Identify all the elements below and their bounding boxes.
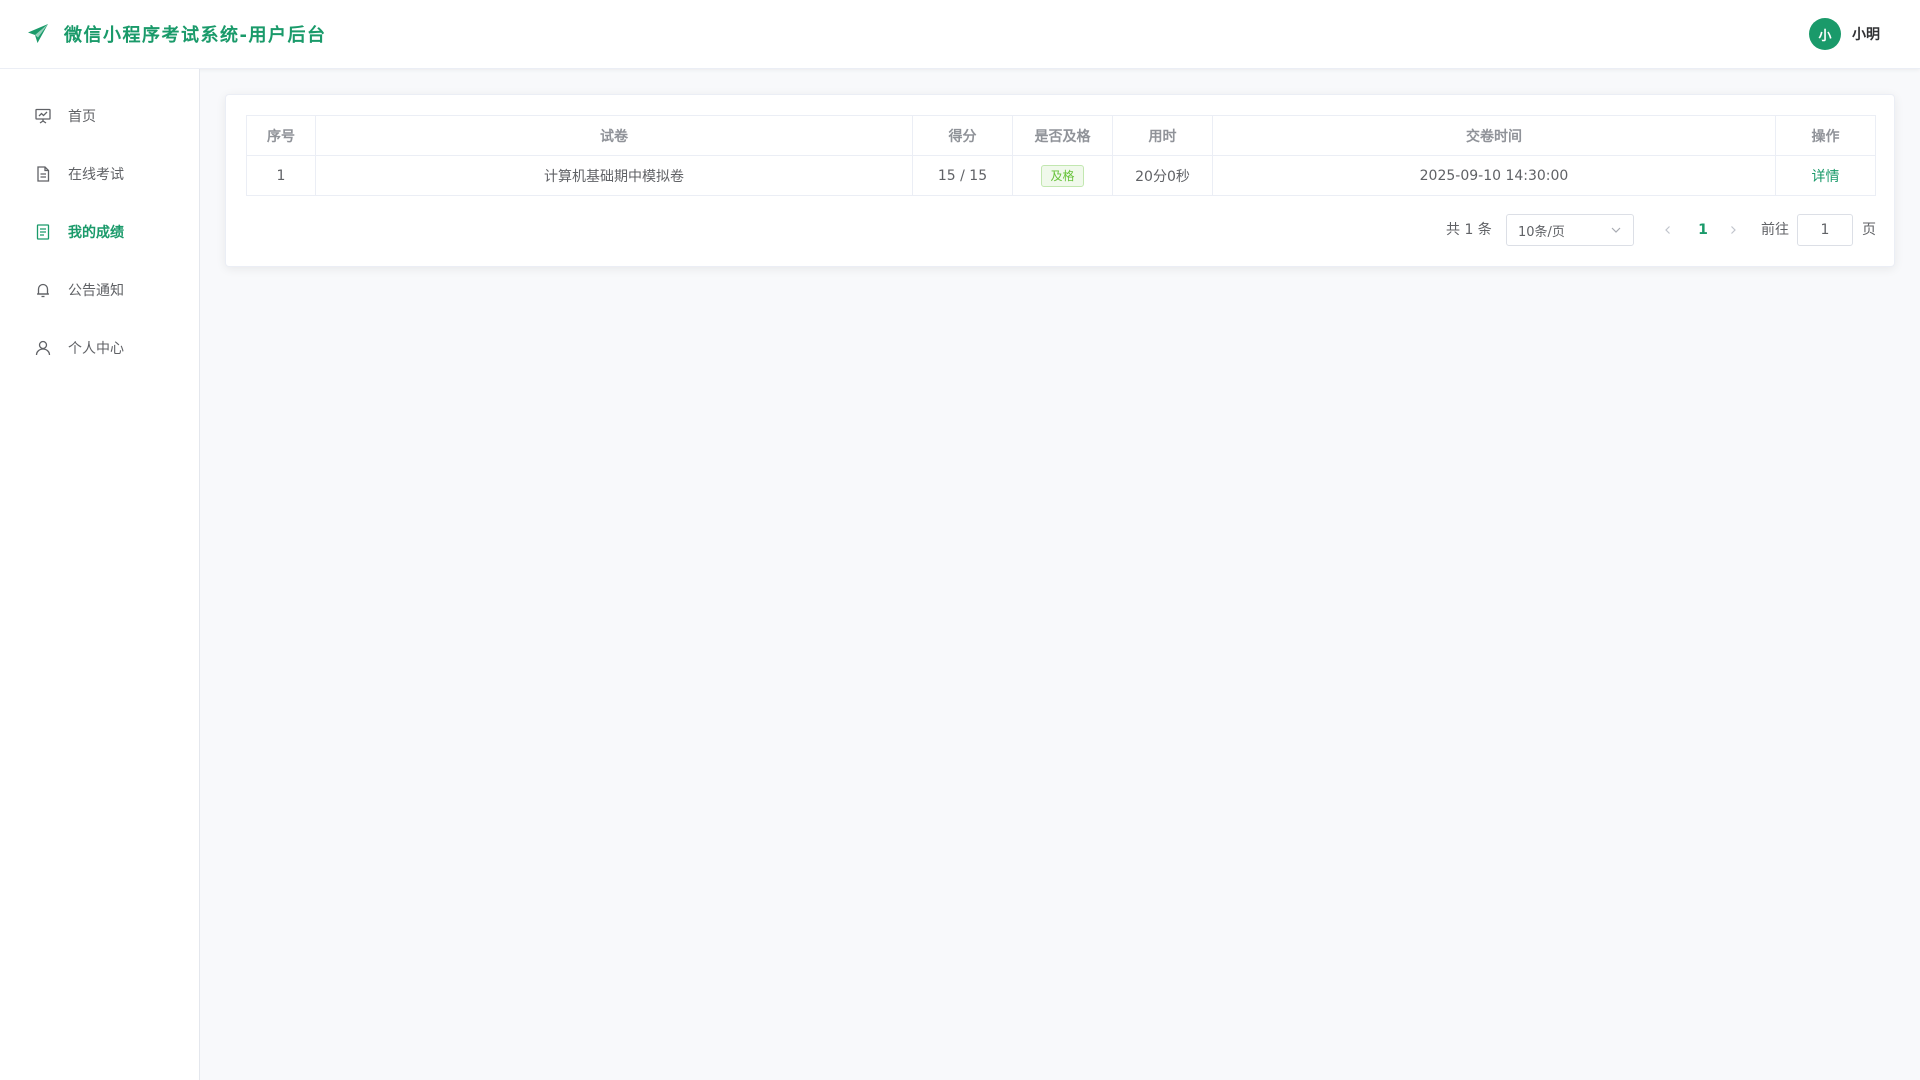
top-header: 微信小程序考试系统-用户后台 小 小明 — [0, 0, 1920, 69]
sidebar-item-label: 在线考试 — [68, 167, 124, 183]
sidebar-item-notices[interactable]: 公告通知 — [0, 261, 199, 319]
brand: 微信小程序考试系统-用户后台 — [26, 21, 326, 47]
bell-icon — [34, 281, 52, 299]
chevron-right-icon — [1731, 226, 1736, 234]
page-size-value: 10条/页 — [1518, 224, 1565, 240]
report-icon — [34, 223, 52, 241]
chevron-down-icon — [1609, 223, 1623, 237]
sidebar-item-home[interactable]: 首页 — [0, 87, 199, 145]
table-header-row: 序号 试卷 得分 是否及格 用时 交卷时间 操作 — [246, 115, 1876, 156]
results-card: 序号 试卷 得分 是否及格 用时 交卷时间 操作 1 计算机基础期中模拟卷 15… — [225, 94, 1895, 267]
presentation-icon — [34, 107, 52, 125]
page-size-select[interactable]: 10条/页 — [1506, 214, 1634, 246]
sidebar-item-label: 首页 — [68, 109, 96, 125]
pagination-total: 共 1 条 — [1446, 222, 1492, 238]
results-table: 序号 试卷 得分 是否及格 用时 交卷时间 操作 1 计算机基础期中模拟卷 15… — [246, 115, 1876, 196]
column-header[interactable]: 交卷时间 — [1212, 115, 1776, 156]
table-row[interactable]: 1 计算机基础期中模拟卷 15 / 15 及格 20分0秒 2025-09-10… — [246, 155, 1876, 196]
sidebar-item-label: 我的成绩 — [68, 225, 124, 241]
page-number-current[interactable]: 1 — [1689, 214, 1717, 246]
sidebar-item-profile[interactable]: 个人中心 — [0, 319, 199, 377]
sidebar-item-my-scores[interactable]: 我的成绩 — [0, 203, 199, 261]
detail-link[interactable]: 详情 — [1812, 169, 1840, 185]
pass-status-badge: 及格 — [1041, 164, 1084, 187]
next-page-button[interactable] — [1721, 214, 1745, 246]
chevron-left-icon — [1665, 226, 1670, 234]
avatar[interactable]: 小 — [1809, 18, 1841, 50]
cell-pass: 及格 — [1012, 155, 1113, 196]
cell-paper: 计算机基础期中模拟卷 — [315, 155, 913, 196]
paper-plane-icon — [26, 22, 50, 46]
column-header[interactable]: 序号 — [246, 115, 316, 156]
page-suffix-label: 页 — [1862, 222, 1876, 238]
column-header[interactable]: 是否及格 — [1012, 115, 1113, 156]
cell-index: 1 — [246, 155, 316, 196]
goto-label: 前往 — [1761, 222, 1789, 238]
sidebar-item-online-exam[interactable]: 在线考试 — [0, 145, 199, 203]
user-icon — [34, 339, 52, 357]
column-header[interactable]: 得分 — [912, 115, 1013, 156]
prev-page-button[interactable] — [1656, 214, 1680, 246]
cell-score: 15 / 15 — [912, 155, 1013, 196]
user-menu[interactable]: 小 小明 — [1809, 18, 1880, 50]
sidebar-item-label: 个人中心 — [68, 341, 124, 357]
sidebar: 首页 在线考试 我的成绩 公告通知 个人中心 — [0, 69, 200, 1080]
goto-page-input[interactable] — [1797, 214, 1853, 246]
column-header[interactable]: 试卷 — [315, 115, 913, 156]
document-icon — [34, 165, 52, 183]
cell-duration: 20分0秒 — [1112, 155, 1213, 196]
user-name[interactable]: 小明 — [1852, 24, 1880, 44]
app-title: 微信小程序考试系统-用户后台 — [64, 25, 327, 46]
cell-action: 详情 — [1775, 155, 1876, 196]
column-header[interactable]: 操作 — [1775, 115, 1876, 156]
cell-submit-time: 2025-09-10 14:30:00 — [1212, 155, 1776, 196]
sidebar-item-label: 公告通知 — [68, 283, 124, 299]
column-header[interactable]: 用时 — [1112, 115, 1213, 156]
